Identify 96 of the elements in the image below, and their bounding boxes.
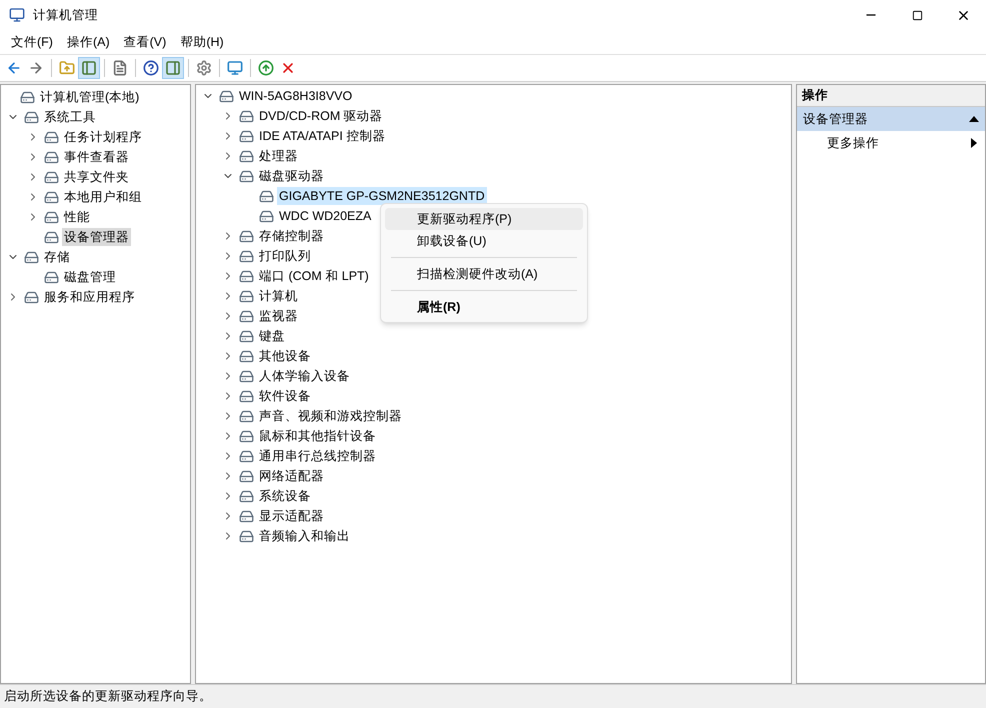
- device-icon: [239, 428, 254, 444]
- tree-item[interactable]: WDC WD20EZA: [277, 207, 374, 225]
- tree-item[interactable]: 存储控制器: [257, 227, 326, 245]
- device-icon: [239, 248, 254, 264]
- tree-item[interactable]: 存储: [42, 248, 72, 266]
- tree-item[interactable]: WIN-5AG8H3I8VVO: [237, 87, 354, 105]
- menu-item[interactable]: 查看(V): [116, 32, 174, 52]
- tree-item[interactable]: 系统工具: [42, 108, 98, 126]
- actions-header: 操作: [797, 85, 985, 107]
- tree-item[interactable]: 服务和应用程序: [42, 288, 137, 306]
- maximize-icon: [912, 10, 922, 20]
- device-icon: [239, 308, 254, 324]
- back-icon: [6, 60, 22, 76]
- gear-icon: [196, 60, 212, 76]
- toolbar-button[interactable]: [162, 57, 184, 79]
- folder-up-icon: [59, 60, 75, 76]
- tree-item[interactable]: 处理器: [257, 147, 300, 165]
- tree-item[interactable]: 端口 (COM 和 LPT): [257, 267, 371, 285]
- context-menu-item[interactable]: 更新驱动程序(P): [385, 208, 583, 230]
- menu-item[interactable]: 文件(F): [4, 32, 60, 52]
- tree-item[interactable]: GIGABYTE GP-GSM2NE3512GNTD: [277, 187, 487, 205]
- forward-icon: [28, 60, 44, 76]
- tree-item[interactable]: 磁盘驱动器: [257, 167, 326, 185]
- device-icon: [20, 90, 35, 104]
- tree-item[interactable]: 性能: [62, 208, 92, 226]
- tree-item[interactable]: 人体学输入设备: [257, 367, 352, 385]
- tree-item[interactable]: 声音、视频和游戏控制器: [257, 407, 404, 425]
- device-icon: [239, 288, 254, 304]
- tree-item[interactable]: 鼠标和其他指针设备: [257, 427, 378, 445]
- device-icon: [239, 448, 254, 464]
- device-icon: [44, 170, 59, 184]
- device-icon: [44, 210, 59, 224]
- document-icon: [112, 60, 128, 76]
- tree-item[interactable]: 显示适配器: [257, 507, 326, 525]
- device-icon: [24, 290, 39, 304]
- tree-item[interactable]: 事件查看器: [62, 148, 131, 166]
- device-icon: [239, 328, 254, 344]
- tree-item[interactable]: 计算机: [257, 287, 300, 305]
- context-menu-item[interactable]: 扫描检测硬件改动(A): [385, 263, 583, 285]
- device-icon: [239, 148, 254, 164]
- device-icon: [24, 250, 39, 264]
- menu-item[interactable]: 操作(A): [60, 32, 117, 52]
- tree-item[interactable]: 本地用户和组: [62, 188, 144, 206]
- tree-item[interactable]: IDE ATA/ATAPI 控制器: [257, 127, 388, 145]
- device-icon: [44, 190, 59, 204]
- context-menu-item[interactable]: 属性(R): [385, 296, 583, 318]
- tree-item[interactable]: 通用串行总线控制器: [257, 447, 378, 465]
- tree-item[interactable]: 打印队列: [257, 247, 313, 265]
- device-icon: [239, 528, 254, 544]
- device-icon: [239, 388, 254, 404]
- monitor-icon: [227, 60, 243, 76]
- device-icon: [239, 368, 254, 384]
- device-icon: [24, 110, 39, 124]
- context-menu-item[interactable]: 卸载设备(U): [385, 230, 583, 252]
- device-icon: [239, 408, 254, 424]
- device-icon: [239, 268, 254, 284]
- device-icon: [44, 150, 59, 164]
- window-title: 计算机管理: [33, 6, 99, 24]
- tree-item[interactable]: 系统设备: [257, 487, 313, 505]
- tree-item[interactable]: 其他设备: [257, 347, 313, 365]
- device-icon: [44, 230, 59, 244]
- menu-item[interactable]: 帮助(H): [173, 32, 231, 52]
- tree-item[interactable]: 音频输入和输出: [257, 527, 352, 545]
- tree-item[interactable]: 计算机管理(本地): [38, 88, 142, 106]
- tree-item[interactable]: 设备管理器: [62, 228, 131, 246]
- tree-item[interactable]: 软件设备: [257, 387, 313, 405]
- tree-item[interactable]: DVD/CD-ROM 驱动器: [257, 107, 385, 125]
- help-icon: [143, 60, 159, 76]
- device-icon: [239, 128, 254, 144]
- device-icon: [259, 208, 274, 224]
- panel-icon: [165, 60, 181, 76]
- tree-item[interactable]: 网络适配器: [257, 467, 326, 485]
- device-icon: [239, 348, 254, 364]
- device-icon: [239, 508, 254, 524]
- device-icon: [44, 130, 59, 144]
- device-icon: [239, 488, 254, 504]
- status-text: 启动所选设备的更新驱动程序向导。: [4, 688, 212, 706]
- app-icon: [9, 7, 25, 23]
- device-icon: [239, 468, 254, 484]
- device-icon: [239, 228, 254, 244]
- submenu-triangle-icon: [971, 138, 977, 148]
- device-icon: [239, 108, 254, 124]
- action-link[interactable]: 更多操作: [827, 134, 879, 152]
- tree-item[interactable]: 监视器: [257, 307, 300, 325]
- toolbar-button[interactable]: [78, 57, 100, 79]
- device-icon: [219, 88, 234, 104]
- device-icon: [259, 188, 274, 204]
- panel-icon: [81, 60, 97, 76]
- actions-section[interactable]: 设备管理器: [797, 107, 985, 131]
- tree-item[interactable]: 磁盘管理: [62, 268, 118, 286]
- device-icon: [44, 270, 59, 284]
- tree-item[interactable]: 任务计划程序: [62, 128, 144, 146]
- tree-item[interactable]: 键盘: [257, 327, 287, 345]
- collapse-triangle-icon: [969, 116, 979, 122]
- tree-item[interactable]: 共享文件夹: [62, 168, 131, 186]
- device-icon: [239, 168, 254, 184]
